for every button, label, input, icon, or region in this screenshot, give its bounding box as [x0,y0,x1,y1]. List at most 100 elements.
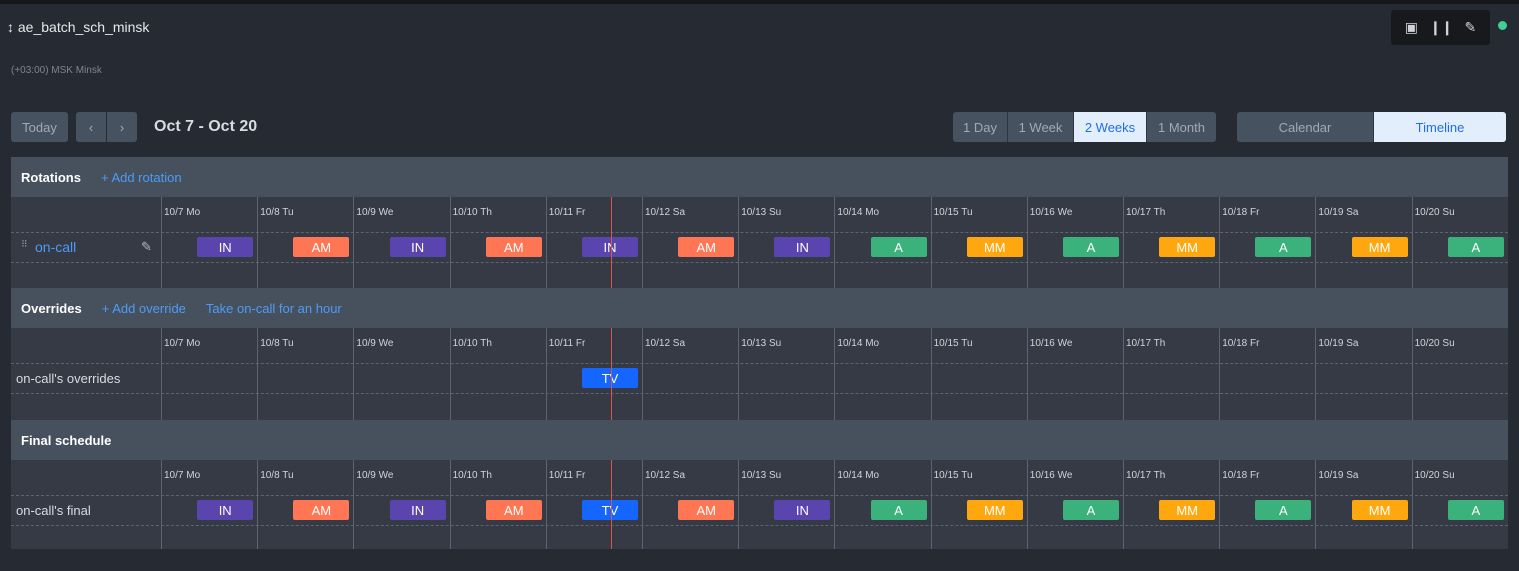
shift-badge[interactable]: A [1255,500,1312,520]
range-1-day[interactable]: 1 Day [953,112,1008,142]
day-header: 10/17 Th [1126,338,1166,349]
shift-badge[interactable]: A [870,500,927,520]
row-label: on-call's final [16,503,91,518]
day-column [257,197,259,288]
day-column [161,460,162,549]
drag-handle-icon[interactable]: ⠿ [21,239,28,250]
shift-badge[interactable]: AM [293,500,350,520]
shift-badge[interactable]: A [870,237,927,257]
shift-badge[interactable]: IN [197,500,254,520]
timezone-label: (+03:00) MSK Minsk [11,65,102,76]
current-time-line [611,197,612,288]
shift-badge[interactable]: IN [774,237,831,257]
range-1-week[interactable]: 1 Week [1008,112,1074,142]
day-column [1219,460,1221,549]
section-overrides: Overrides + Add override Take on-call for … [11,288,1508,420]
section-link[interactable]: + Add rotation [101,170,182,185]
edit-icon[interactable]: ✎ [1464,19,1476,36]
day-header: 10/15 Tu [933,207,973,218]
day-column [449,328,451,420]
day-column [257,328,259,420]
row-label: on-call's overrides [16,371,121,386]
day-header: 10/8 Tu [260,207,294,218]
shift-badge[interactable]: MM [1351,237,1408,257]
day-column [1123,328,1124,420]
prev-button[interactable]: ‹ [76,112,106,142]
day-column [545,197,547,288]
day-header: 10/12 Sa [645,207,686,218]
day-header: 10/13 Su [741,207,782,218]
view-selector: Calendar Timeline [1237,112,1506,142]
day-column [930,460,932,549]
day-column [1315,328,1317,420]
day-header: 10/20 Su [1414,470,1455,481]
section-link[interactable]: Take on-call for an hour [206,301,342,316]
day-header: 10/18 Fr [1222,470,1260,481]
shift-badge[interactable]: IN [197,237,254,257]
day-column [545,328,547,420]
view-calendar[interactable]: Calendar [1237,112,1374,142]
shift-badge[interactable]: IN [774,500,831,520]
schedule-toolbar: ▣ ❙❙ ✎ [1391,10,1490,45]
day-header: 10/18 Fr [1222,338,1260,349]
section-link[interactable]: + Add override [102,301,186,316]
shift-badge[interactable]: IN [389,237,446,257]
status-indicator [1498,21,1507,30]
day-header: 10/19 Sa [1318,207,1359,218]
day-column [1411,460,1413,549]
day-header: 10/14 Mo [837,207,880,218]
shift-badge[interactable]: A [1447,237,1504,257]
shift-badge[interactable]: A [1447,500,1504,520]
range-1-month[interactable]: 1 Month [1147,112,1216,142]
day-header: 10/16 We [1029,207,1073,218]
day-header: 10/8 Tu [260,338,294,349]
day-header: 10/12 Sa [645,338,686,349]
sort-arrows-icon[interactable]: ↕ [7,19,14,35]
view-timeline[interactable]: Timeline [1374,112,1506,142]
day-column [738,328,740,420]
shift-badge[interactable]: A [1255,237,1312,257]
today-button[interactable]: Today [11,112,68,142]
day-column [738,197,740,288]
shift-badge[interactable]: MM [966,237,1023,257]
day-header: 10/17 Th [1126,470,1166,481]
day-column [930,197,932,288]
day-header: 10/13 Su [741,470,782,481]
section-title: Rotations [21,169,81,185]
shift-badge[interactable]: IN [582,237,638,257]
shift-badge[interactable]: IN [389,500,446,520]
shift-badge[interactable]: A [1063,500,1119,520]
section-final-schedule: Final schedule 10/7 Mo IN 10/8 Tu AM 10/9 We I… [11,420,1508,549]
shift-badge[interactable]: AM [485,237,542,257]
top-bar [0,0,1519,4]
calendar-icon[interactable]: ▣ [1405,19,1418,36]
shift-badge[interactable]: TV [582,500,638,520]
shift-badge[interactable]: TV [582,368,638,388]
day-column [449,197,451,288]
shift-badge[interactable]: AM [293,237,350,257]
day-column [1411,328,1413,420]
shift-badge[interactable]: AM [678,500,735,520]
shift-badge[interactable]: MM [1351,500,1408,520]
day-header: 10/17 Th [1126,207,1166,218]
pause-icon[interactable]: ❙❙ [1430,19,1453,36]
shift-badge[interactable]: A [1063,237,1119,257]
shift-badge[interactable]: AM [678,237,735,257]
day-header: 10/9 We [356,470,394,481]
section-header: Overrides + Add override Take on-call for … [11,288,1508,328]
next-button[interactable]: › [107,112,137,142]
day-header: 10/15 Tu [933,470,973,481]
range-2-weeks[interactable]: 2 Weeks [1074,112,1147,142]
shift-badge[interactable]: MM [1159,237,1216,257]
shift-badge[interactable]: AM [485,500,542,520]
rotation-name-link[interactable]: on-call [35,239,76,255]
schedule-title: ↕ ae_batch_sch_minsk [7,19,150,35]
shift-badge[interactable]: MM [1159,500,1216,520]
divider [11,262,1508,263]
shift-badge[interactable]: MM [966,500,1023,520]
day-header: 10/20 Su [1414,207,1455,218]
timeline-grid: 10/7 Mo 10/8 Tu 10/9 We 10/10 Th 10/11 Fr TV 1… [11,328,1508,420]
section-rotations: Rotations + Add rotation 10/7 Mo IN 10/8 Tu A… [11,157,1508,288]
divider [11,525,1508,526]
edit-rotation-icon[interactable]: ✎ [141,239,152,255]
